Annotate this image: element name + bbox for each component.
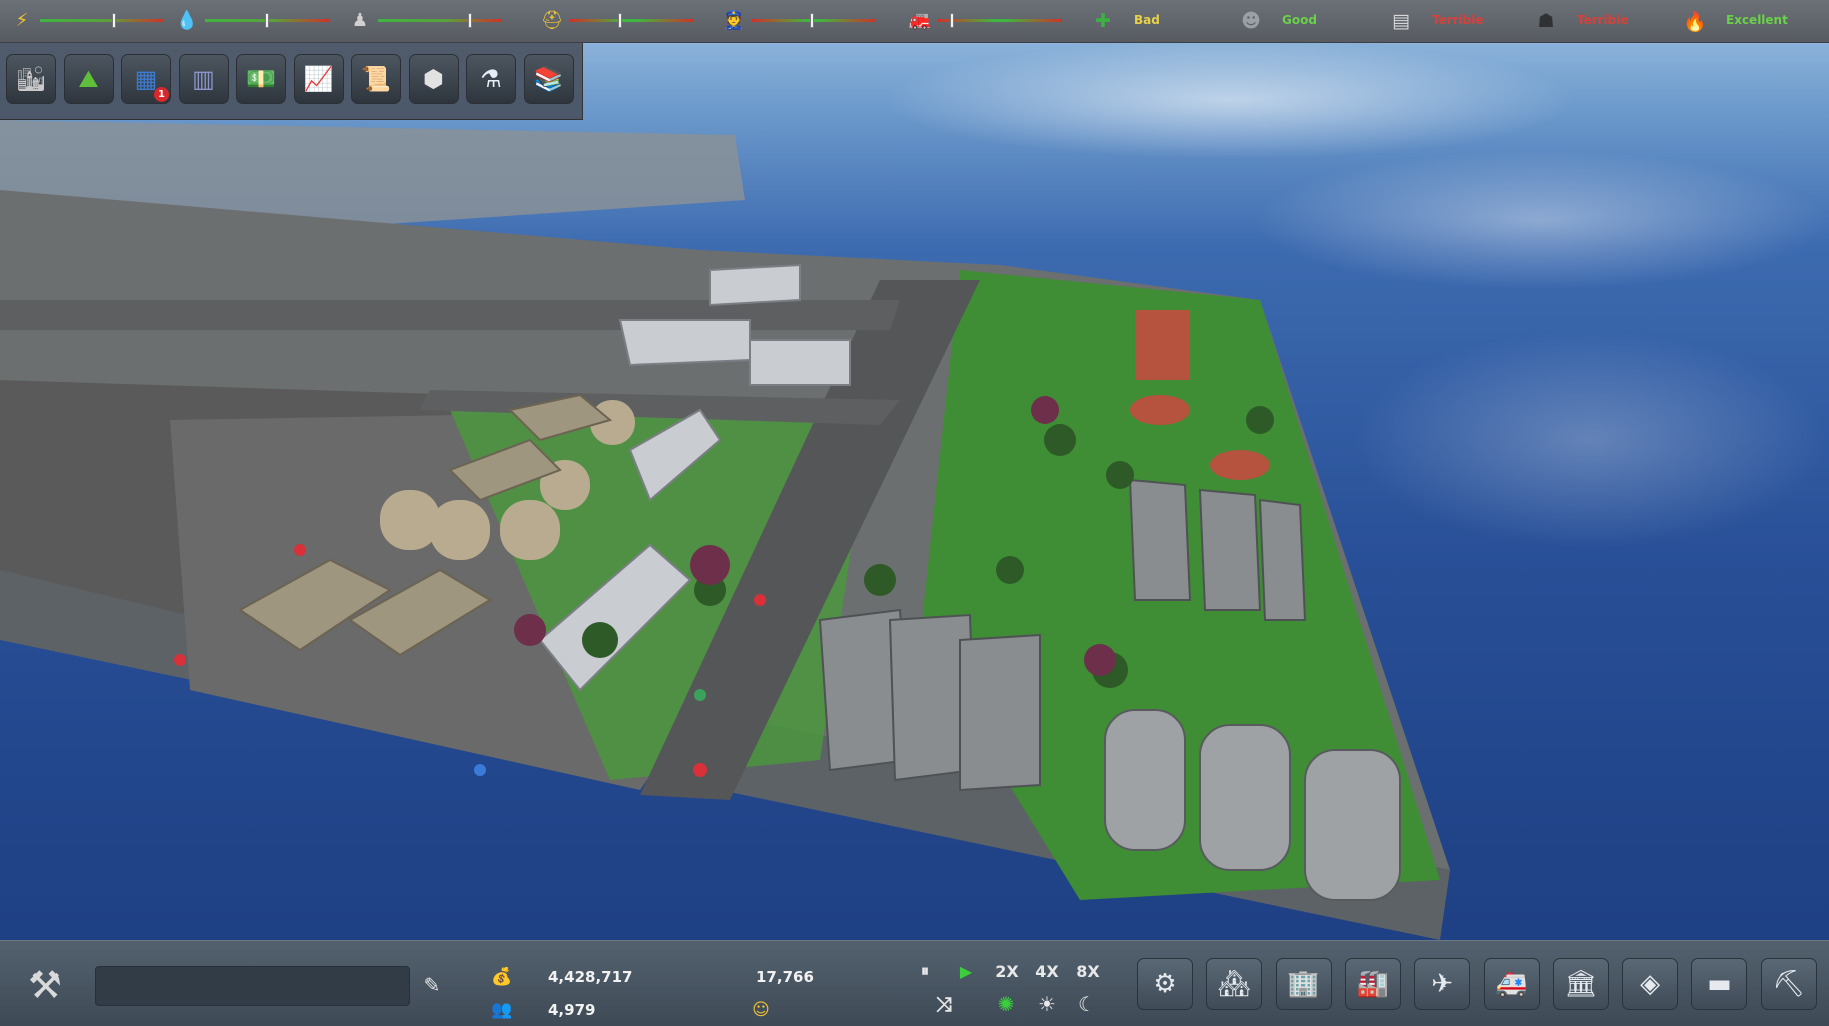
- day-icon[interactable]: ☀: [1033, 992, 1061, 1016]
- districts-tool-button[interactable]: ⬢: [408, 54, 459, 104]
- resource-level-bar: [205, 13, 329, 28]
- population-value: 4,979: [548, 1001, 596, 1019]
- notification-badge: 1: [154, 87, 169, 102]
- commercial-icon: 🏢: [1287, 969, 1320, 999]
- worker-icon: ⛑: [540, 10, 564, 31]
- policies-tool-button[interactable]: 📜: [351, 54, 401, 104]
- level-marker: [468, 13, 472, 28]
- research-tool-button[interactable]: ⚗: [466, 54, 516, 104]
- research-icon: ⚗: [480, 65, 502, 93]
- light-toggle-icon[interactable]: ✺: [992, 992, 1020, 1016]
- finances-tool-button[interactable]: 💵: [236, 54, 286, 104]
- zoning-icon: ▦: [134, 65, 158, 93]
- crime-mask-icon: ☗: [1537, 10, 1555, 32]
- fire-department-icon: 🚒: [908, 10, 932, 31]
- health-cross-icon: ✚: [1095, 10, 1111, 32]
- statistics-icon: 📈: [303, 65, 334, 93]
- landmarks-category-button[interactable]: ◈: [1622, 958, 1679, 1010]
- date-counter: 17,766: [756, 968, 814, 986]
- statistics-tool-button[interactable]: 📈: [293, 54, 344, 104]
- services-category-button[interactable]: 🚑: [1483, 958, 1540, 1010]
- city-overview-tool-button[interactable]: 🏙: [6, 54, 56, 104]
- level-marker: [112, 13, 116, 28]
- terrain-tool-button[interactable]: ⛰: [63, 54, 114, 104]
- population-icon: 👥: [491, 1000, 513, 1020]
- government-icon: 🏛: [1564, 969, 1598, 999]
- power-plant-icon: ⚙: [1153, 969, 1177, 999]
- parks-icon: ▬: [1707, 969, 1732, 999]
- resource-level-bar: [570, 13, 694, 28]
- top-status-bar: ⚡ 💧 ♟ ⛑ 👮 🚒 ✚ Bad ☻ Good ▤ Terrible ☗ Terrible 🔥 Excel…: [0, 0, 1829, 43]
- city-island[interactable]: [0, 0, 1829, 1025]
- water-drop-icon: 💧: [175, 10, 199, 31]
- pause-button[interactable]: ⏸: [913, 960, 937, 982]
- level-marker: [265, 13, 269, 28]
- zoning-tool-button[interactable]: ▦ 1: [121, 54, 171, 104]
- speed-8x-button[interactable]: 8X: [1074, 960, 1102, 982]
- level-marker: [950, 13, 954, 28]
- game-viewport[interactable]: [0, 0, 1829, 1025]
- tool-strip: 🏙 ⛰ ▦ 1 ▥ 💵 📈 📜 ⬢ ⚗ 📚: [0, 43, 583, 120]
- transport-category-button[interactable]: ✈: [1414, 958, 1471, 1010]
- waste-bag-icon: ♟: [351, 10, 369, 31]
- money-icon: 💰: [491, 967, 513, 987]
- finances-icon: 💵: [246, 65, 276, 93]
- landmarks-icon: ◈: [1640, 969, 1661, 999]
- edit-icon[interactable]: ✎: [420, 973, 444, 997]
- build-tools-icon[interactable]: ⚒: [14, 961, 76, 1009]
- residential-icon: 🏘: [1217, 969, 1251, 999]
- library-tool-button[interactable]: 📚: [523, 54, 574, 104]
- resource-level-bar: [938, 13, 1062, 28]
- industrial-category-button[interactable]: 🏭: [1344, 958, 1401, 1010]
- city-overview-icon: 🏙: [15, 65, 47, 93]
- resource-level-bar: [752, 13, 876, 28]
- fire-risk-icon: 🔥: [1683, 10, 1707, 33]
- level-marker: [618, 13, 622, 28]
- status-label: Good: [1282, 13, 1317, 27]
- status-label: Bad: [1134, 13, 1160, 27]
- night-icon[interactable]: ☾: [1073, 992, 1101, 1016]
- status-label: Excellent: [1726, 13, 1788, 27]
- shuffle-icon[interactable]: ⤨: [930, 992, 958, 1016]
- resource-level-bar: [40, 13, 164, 28]
- resource-level-bar: [378, 13, 502, 28]
- speed-4x-button[interactable]: 4X: [1033, 960, 1061, 982]
- bottom-control-bar: ⚒ ✎ 💰 4,428,717 👥 4,979 17,766 ☺ ⏸ ▶ 2X …: [0, 940, 1829, 1026]
- demolish-icon: ⛏: [1772, 969, 1806, 999]
- terrain-icon: ⛰: [78, 65, 99, 93]
- transport-icon: ✈: [1431, 969, 1454, 999]
- policies-icon: 📜: [361, 65, 391, 93]
- library-icon: 📚: [533, 65, 564, 93]
- roads-icon: ▥: [192, 65, 215, 93]
- play-button[interactable]: ▶: [954, 960, 978, 982]
- roads-tool-button[interactable]: ▥: [178, 54, 229, 104]
- education-icon: ☻: [1241, 10, 1261, 32]
- power-plant-category-button[interactable]: ⚙: [1137, 958, 1193, 1010]
- status-label: Terrible: [1577, 13, 1629, 27]
- status-label: Terrible: [1432, 13, 1484, 27]
- services-icon: 🚑: [1495, 969, 1528, 999]
- commercial-category-button[interactable]: 🏢: [1275, 958, 1332, 1010]
- level-marker: [810, 13, 814, 28]
- city-name-input[interactable]: [95, 966, 410, 1006]
- districts-icon: ⬢: [423, 65, 444, 93]
- police-icon: 👮: [722, 10, 746, 31]
- money-value: 4,428,717: [548, 968, 633, 986]
- speed-2x-button[interactable]: 2X: [993, 960, 1021, 982]
- demolish-category-button[interactable]: ⛏: [1760, 958, 1817, 1010]
- smiley-icon: ☺: [752, 1000, 770, 1020]
- lightning-icon: ⚡: [15, 10, 29, 31]
- industrial-icon: 🏭: [1356, 969, 1390, 999]
- residential-category-button[interactable]: 🏘: [1206, 958, 1263, 1010]
- government-category-button[interactable]: 🏛: [1552, 958, 1609, 1010]
- map-icon: ▤: [1392, 10, 1410, 32]
- parks-category-button[interactable]: ▬: [1691, 958, 1748, 1010]
